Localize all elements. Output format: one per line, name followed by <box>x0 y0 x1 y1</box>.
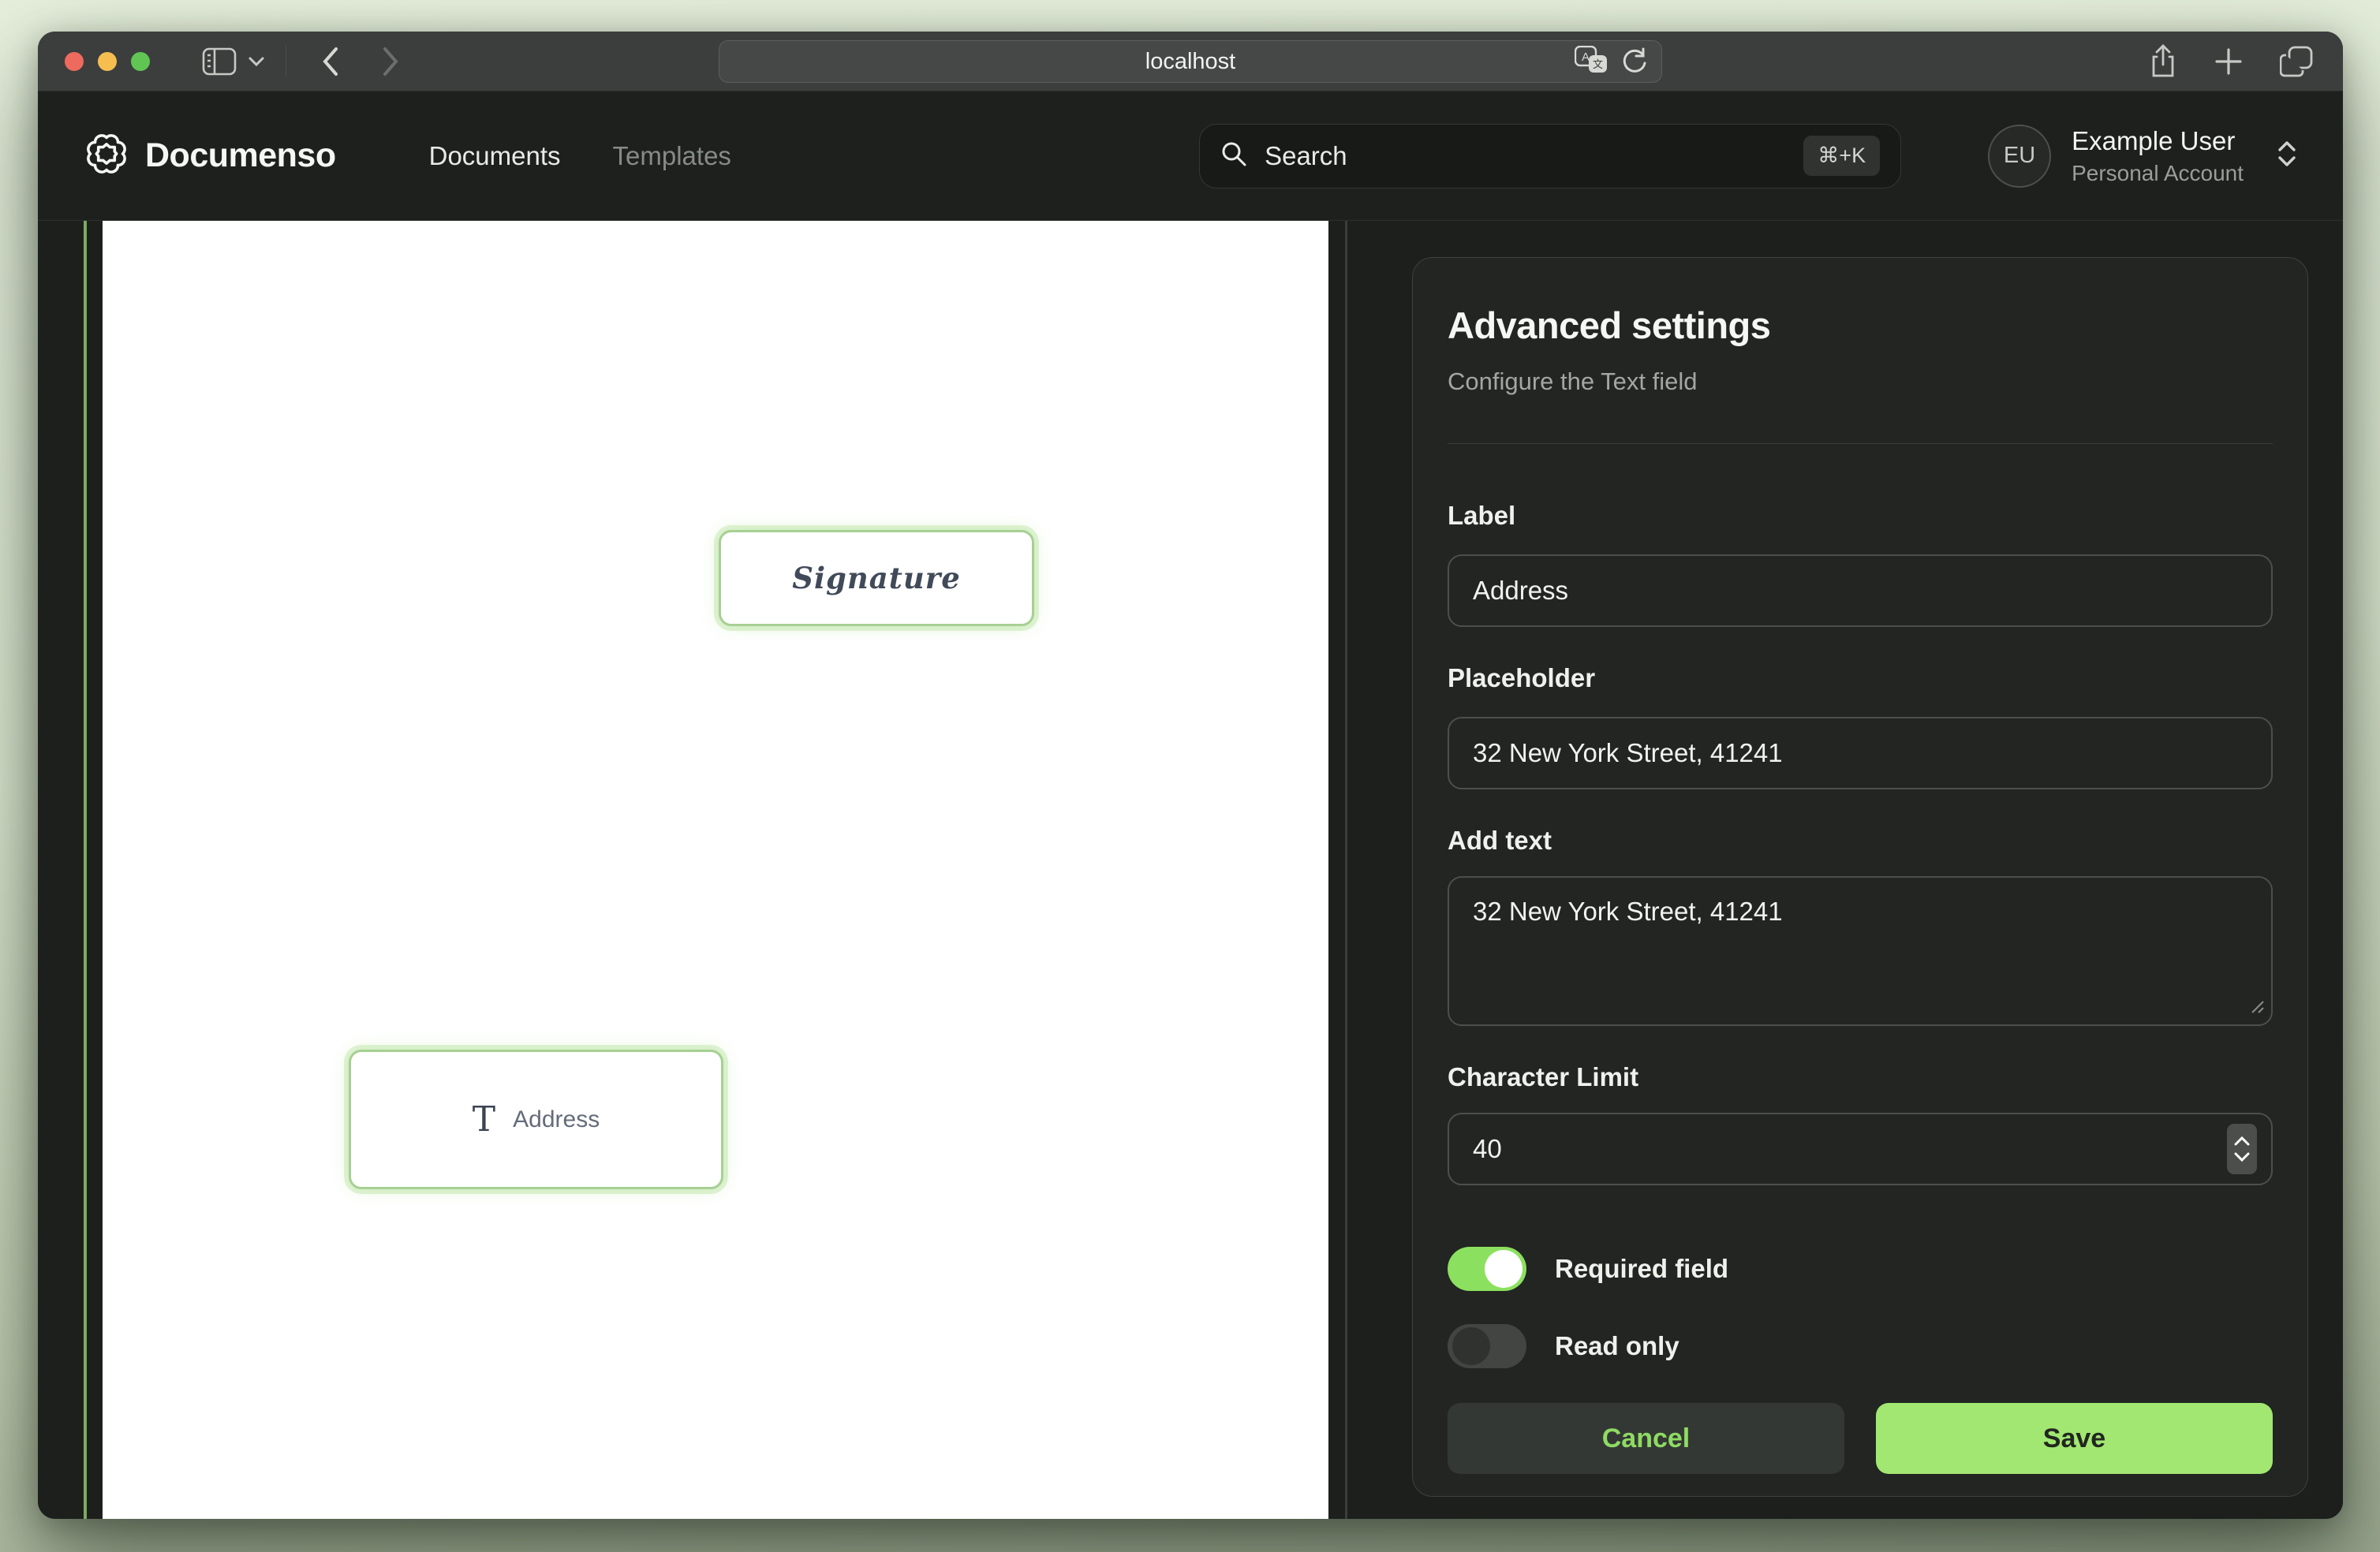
textarea-resize-handle[interactable] <box>2247 997 2265 1018</box>
svg-text:文: 文 <box>1593 58 1603 70</box>
search-icon <box>1220 140 1247 171</box>
add-text-textarea[interactable]: 32 New York Street, 41241 <box>1448 876 2273 1026</box>
recipient-color-line <box>84 221 87 1519</box>
sidebar-chevron-down-icon[interactable] <box>248 56 265 67</box>
toggle-knob <box>1485 1250 1523 1288</box>
close-window-button[interactable] <box>65 52 84 71</box>
user-account-type: Personal Account <box>2072 161 2244 186</box>
document-page: Signature T Address <box>103 221 1328 1519</box>
number-stepper[interactable] <box>2227 1124 2257 1174</box>
url-text: localhost <box>1145 49 1235 75</box>
signature-field-label: Signature <box>792 561 961 595</box>
minimize-window-button[interactable] <box>98 52 117 71</box>
add-text-field-label: Add text <box>1448 826 2273 856</box>
user-menu-caret-icon <box>2277 140 2297 172</box>
text-field-type-icon: T <box>473 1102 495 1137</box>
nav-templates[interactable]: Templates <box>613 141 731 171</box>
read-only-toggle[interactable] <box>1448 1324 1526 1368</box>
required-field-label: Required field <box>1555 1254 1728 1284</box>
read-only-label: Read only <box>1555 1331 1679 1361</box>
required-field-toggle[interactable] <box>1448 1247 1526 1291</box>
documenso-logo-icon <box>84 131 129 181</box>
main-content: Signature T Address Advanced settings Co… <box>38 221 2343 1519</box>
tab-overview-icon[interactable] <box>2280 46 2315 77</box>
brand[interactable]: Documenso <box>84 131 336 181</box>
browser-titlebar: localhost A 文 <box>38 32 2343 91</box>
brand-name: Documenso <box>145 136 336 175</box>
avatar: EU <box>1988 125 2051 188</box>
placeholder-input[interactable] <box>1448 717 2273 789</box>
zoom-window-button[interactable] <box>131 52 150 71</box>
placeholder-field-label: Placeholder <box>1448 663 2273 693</box>
browser-window: localhost A 文 <box>38 32 2343 1519</box>
panel-divider <box>1448 443 2273 444</box>
signature-field[interactable]: Signature <box>719 530 1034 626</box>
text-field-address[interactable]: T Address <box>349 1050 723 1189</box>
address-bar[interactable]: localhost A 文 <box>719 40 1662 83</box>
share-icon[interactable] <box>2149 44 2177 79</box>
search-placeholder: Search <box>1265 141 1347 171</box>
toggle-knob <box>1452 1327 1490 1365</box>
sidebar-toggle-icon[interactable] <box>202 47 237 76</box>
save-button[interactable]: Save <box>1876 1403 2273 1474</box>
user-name: Example User <box>2072 126 2244 156</box>
panel-title: Advanced settings <box>1448 304 2273 347</box>
back-button[interactable] <box>321 46 340 77</box>
character-limit-input[interactable] <box>1448 1113 2273 1185</box>
forward-button[interactable] <box>381 46 400 77</box>
character-limit-field-label: Character Limit <box>1448 1062 2273 1092</box>
avatar-initials: EU <box>2004 143 2035 169</box>
main-nav: Documents Templates <box>429 141 731 171</box>
app-header: Documenso Documents Templates Search ⌘+K… <box>38 91 2343 221</box>
svg-text:A: A <box>1582 50 1590 64</box>
cancel-button[interactable]: Cancel <box>1448 1403 1844 1474</box>
new-tab-icon[interactable] <box>2214 47 2244 76</box>
label-field-label: Label <box>1448 501 2273 531</box>
translate-icon[interactable]: A 文 <box>1575 46 1608 78</box>
panel-subtitle: Configure the Text field <box>1448 367 2273 396</box>
search-bar[interactable]: Search ⌘+K <box>1199 124 1901 188</box>
text-field-label: Address <box>513 1106 600 1133</box>
content-divider <box>1345 221 1347 1519</box>
window-controls <box>65 52 150 71</box>
search-shortcut-badge: ⌘+K <box>1803 136 1880 176</box>
label-input[interactable] <box>1448 554 2273 627</box>
advanced-settings-panel: Advanced settings Configure the Text fie… <box>1412 257 2308 1497</box>
reload-icon[interactable] <box>1620 46 1649 78</box>
nav-documents[interactable]: Documents <box>429 141 561 171</box>
user-menu[interactable]: EU Example User Personal Account <box>1988 125 2297 188</box>
